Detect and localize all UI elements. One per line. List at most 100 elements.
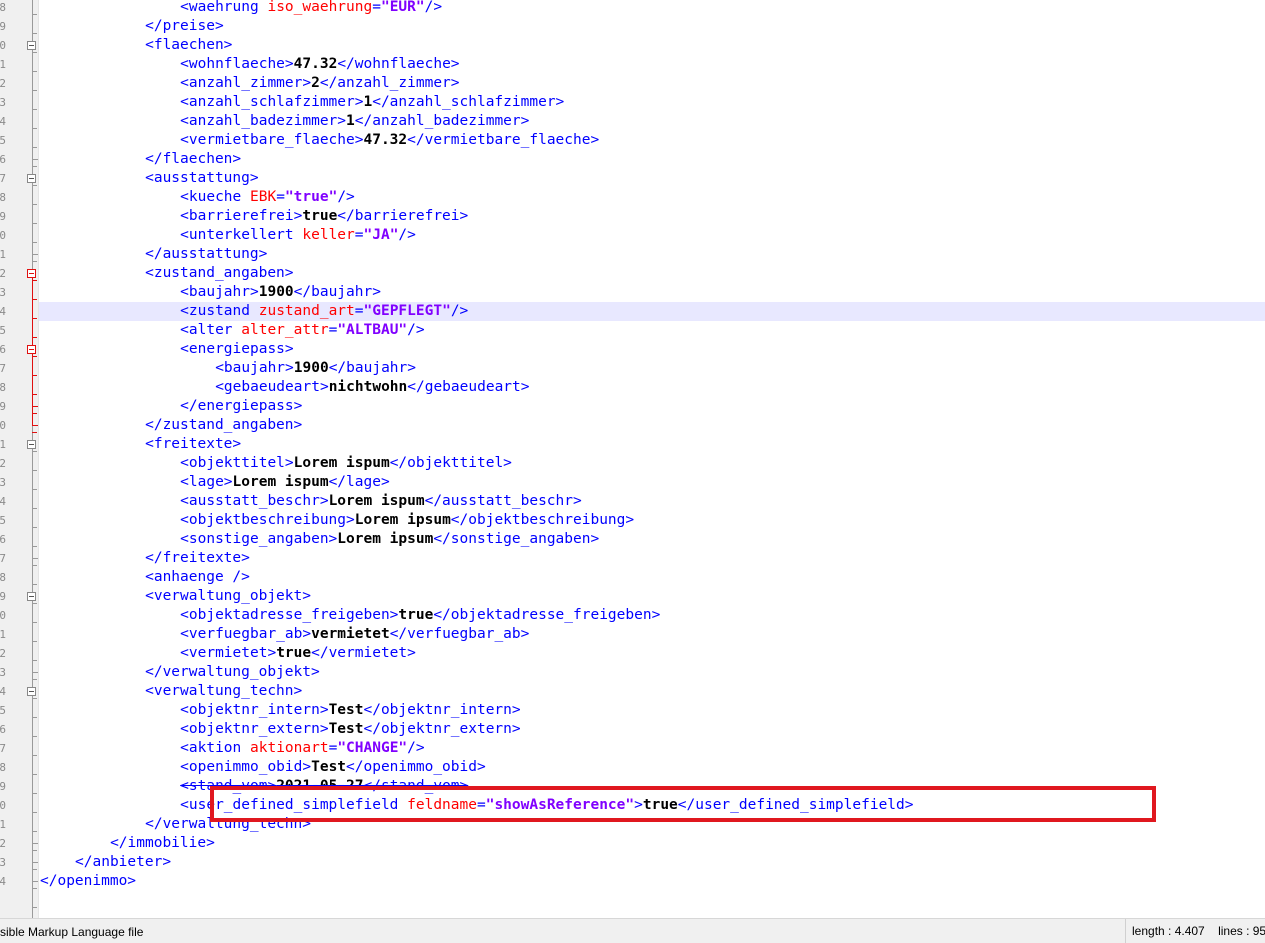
xml-text-content: 1: [346, 113, 355, 129]
fold-tick-mark: [32, 299, 37, 300]
fold-tick-mark: [32, 71, 37, 72]
xml-tag: </flaechen>: [145, 151, 242, 167]
code-line[interactable]: [39, 891, 1265, 910]
code-line[interactable]: <sonstige_angaben>Lorem ipsum</sonstige_…: [39, 530, 1265, 549]
code-line[interactable]: </flaechen>: [39, 150, 1265, 169]
fold-toggle-icon[interactable]: [27, 269, 36, 278]
fold-toggle-icon[interactable]: [27, 592, 36, 601]
xml-text-content: Test: [328, 702, 364, 718]
code-line[interactable]: <verwaltung_techn>: [39, 682, 1265, 701]
code-line[interactable]: <zustand_angaben>: [39, 264, 1265, 283]
code-line[interactable]: <energiepass>: [39, 340, 1265, 359]
xml-tag: <verwaltung_objekt>: [145, 588, 311, 604]
fold-end-marker: [32, 881, 38, 882]
status-length: length : 4.407: [1132, 924, 1205, 938]
xml-tag: </zustand_angaben>: [145, 417, 303, 433]
code-line[interactable]: <flaechen>: [39, 36, 1265, 55]
fold-toggle-icon[interactable]: [27, 41, 36, 50]
code-line[interactable]: <openimmo_obid>Test</openimmo_obid>: [39, 758, 1265, 777]
code-line[interactable]: <wohnflaeche>47.32</wohnflaeche>: [39, 55, 1265, 74]
line-number: 0: [0, 419, 6, 432]
code-line[interactable]: <vermietbare_flaeche>47.32</vermietbare_…: [39, 131, 1265, 150]
line-number: 8: [0, 761, 6, 774]
fold-toggle-icon[interactable]: [27, 174, 36, 183]
xml-tag: <vermietet>: [180, 645, 277, 661]
line-number: 6: [0, 153, 6, 166]
code-line[interactable]: <ausstatt_beschr>Lorem ispum</ausstatt_b…: [39, 492, 1265, 511]
line-number: 0: [0, 799, 6, 812]
fold-toggle-icon[interactable]: [27, 345, 36, 354]
xml-attribute-name: keller: [302, 227, 355, 243]
line-number: 9: [0, 20, 6, 33]
xml-tag: </anzahl_zimmer>: [319, 75, 460, 91]
code-line[interactable]: <vermietet>true</vermietet>: [39, 644, 1265, 663]
fold-tick-mark: [32, 527, 37, 528]
code-line[interactable]: <alter alter_attr="ALTBAU"/>: [39, 321, 1265, 340]
code-line[interactable]: <unterkellert keller="JA"/>: [39, 226, 1265, 245]
code-line[interactable]: </verwaltung_objekt>: [39, 663, 1265, 682]
code-line[interactable]: <zustand zustand_art="GEPFLEGT"/>: [39, 302, 1265, 321]
code-line[interactable]: </energiepass>: [39, 397, 1265, 416]
code-line[interactable]: </freitexte>: [39, 549, 1265, 568]
line-number: 3: [0, 476, 6, 489]
code-line[interactable]: </anbieter>: [39, 853, 1265, 872]
code-line[interactable]: </verwaltung_techn>: [39, 815, 1265, 834]
code-line[interactable]: <anzahl_zimmer>2</anzahl_zimmer>: [39, 74, 1265, 93]
code-line[interactable]: <kueche EBK="true"/>: [39, 188, 1265, 207]
line-number: 2: [0, 647, 6, 660]
code-line[interactable]: </preise>: [39, 17, 1265, 36]
code-line[interactable]: <waehrung iso_waehrung="EUR"/>: [39, 0, 1265, 17]
xml-tag: </objektnr_intern>: [363, 702, 521, 718]
xml-text-content: true: [276, 645, 312, 661]
xml-tag: <verwaltung_techn>: [145, 683, 303, 699]
fold-tick-mark: [32, 869, 37, 870]
fold-tick-mark: [32, 679, 37, 680]
xml-tag: <ausstatt_beschr>: [180, 493, 329, 509]
xml-text-content: true: [398, 607, 434, 623]
code-line[interactable]: <ausstattung>: [39, 169, 1265, 188]
code-line[interactable]: </immobilie>: [39, 834, 1265, 853]
code-line[interactable]: <objekttitel>Lorem ispum</objekttitel>: [39, 454, 1265, 473]
xml-tag: <zustand: [180, 303, 259, 319]
code-line[interactable]: <anzahl_schlafzimmer>1</anzahl_schlafzim…: [39, 93, 1265, 112]
fold-tick-mark: [32, 318, 37, 319]
xml-text-content: true: [302, 208, 338, 224]
code-line[interactable]: <anhaenge />: [39, 568, 1265, 587]
code-line[interactable]: <objektnr_intern>Test</objektnr_intern>: [39, 701, 1265, 720]
code-line[interactable]: <anzahl_badezimmer>1</anzahl_badezimmer>: [39, 112, 1265, 131]
code-line[interactable]: <aktion aktionart="CHANGE"/>: [39, 739, 1265, 758]
xml-tag: </openimmo_obid>: [346, 759, 486, 775]
code-line[interactable]: <verwaltung_objekt>: [39, 587, 1265, 606]
fold-toggle-icon[interactable]: [27, 440, 36, 449]
code-line[interactable]: <baujahr>1900</baujahr>: [39, 359, 1265, 378]
code-editor[interactable]: <waehrung iso_waehrung="EUR"/> </preise> <…: [39, 0, 1265, 918]
xml-tag: />: [398, 227, 416, 243]
code-line[interactable]: <gebaeudeart>nichtwohn</gebaeudeart>: [39, 378, 1265, 397]
code-line[interactable]: <freitexte>: [39, 435, 1265, 454]
code-line[interactable]: <stand_vom>2021-05-27</stand_vom>: [39, 777, 1265, 796]
line-number: 8: [0, 191, 6, 204]
code-line[interactable]: <baujahr>1900</baujahr>: [39, 283, 1265, 302]
fold-tick-mark: [32, 660, 37, 661]
code-line[interactable]: <verfuegbar_ab>vermietet</verfuegbar_ab>: [39, 625, 1265, 644]
code-line[interactable]: </openimmo>: [39, 872, 1265, 891]
fold-tick-mark: [32, 109, 37, 110]
fold-tick-mark: [32, 470, 37, 471]
xml-tag: <waehrung: [180, 0, 268, 15]
xml-tag: </immobilie>: [110, 835, 215, 851]
line-number: 8: [0, 1, 6, 14]
xml-tag: <wohnflaeche>: [180, 56, 294, 72]
code-line[interactable]: <objektadresse_freigeben>true</objektadr…: [39, 606, 1265, 625]
fold-toggle-icon[interactable]: [27, 687, 36, 696]
code-line[interactable]: <user_defined_simplefield feldname="show…: [39, 796, 1265, 815]
xml-tag: </anzahl_schlafzimmer>: [372, 94, 565, 110]
code-line[interactable]: <objektbeschreibung>Lorem ipsum</objektb…: [39, 511, 1265, 530]
code-line[interactable]: </zustand_angaben>: [39, 416, 1265, 435]
code-line[interactable]: </ausstattung>: [39, 245, 1265, 264]
xml-tag: <anzahl_badezimmer>: [180, 113, 347, 129]
line-number: 1: [0, 628, 6, 641]
status-file-type: sible Markup Language file: [0, 925, 144, 939]
code-line[interactable]: <objektnr_extern>Test</objektnr_extern>: [39, 720, 1265, 739]
code-line[interactable]: <barrierefrei>true</barrierefrei>: [39, 207, 1265, 226]
code-line[interactable]: <lage>Lorem ispum</lage>: [39, 473, 1265, 492]
